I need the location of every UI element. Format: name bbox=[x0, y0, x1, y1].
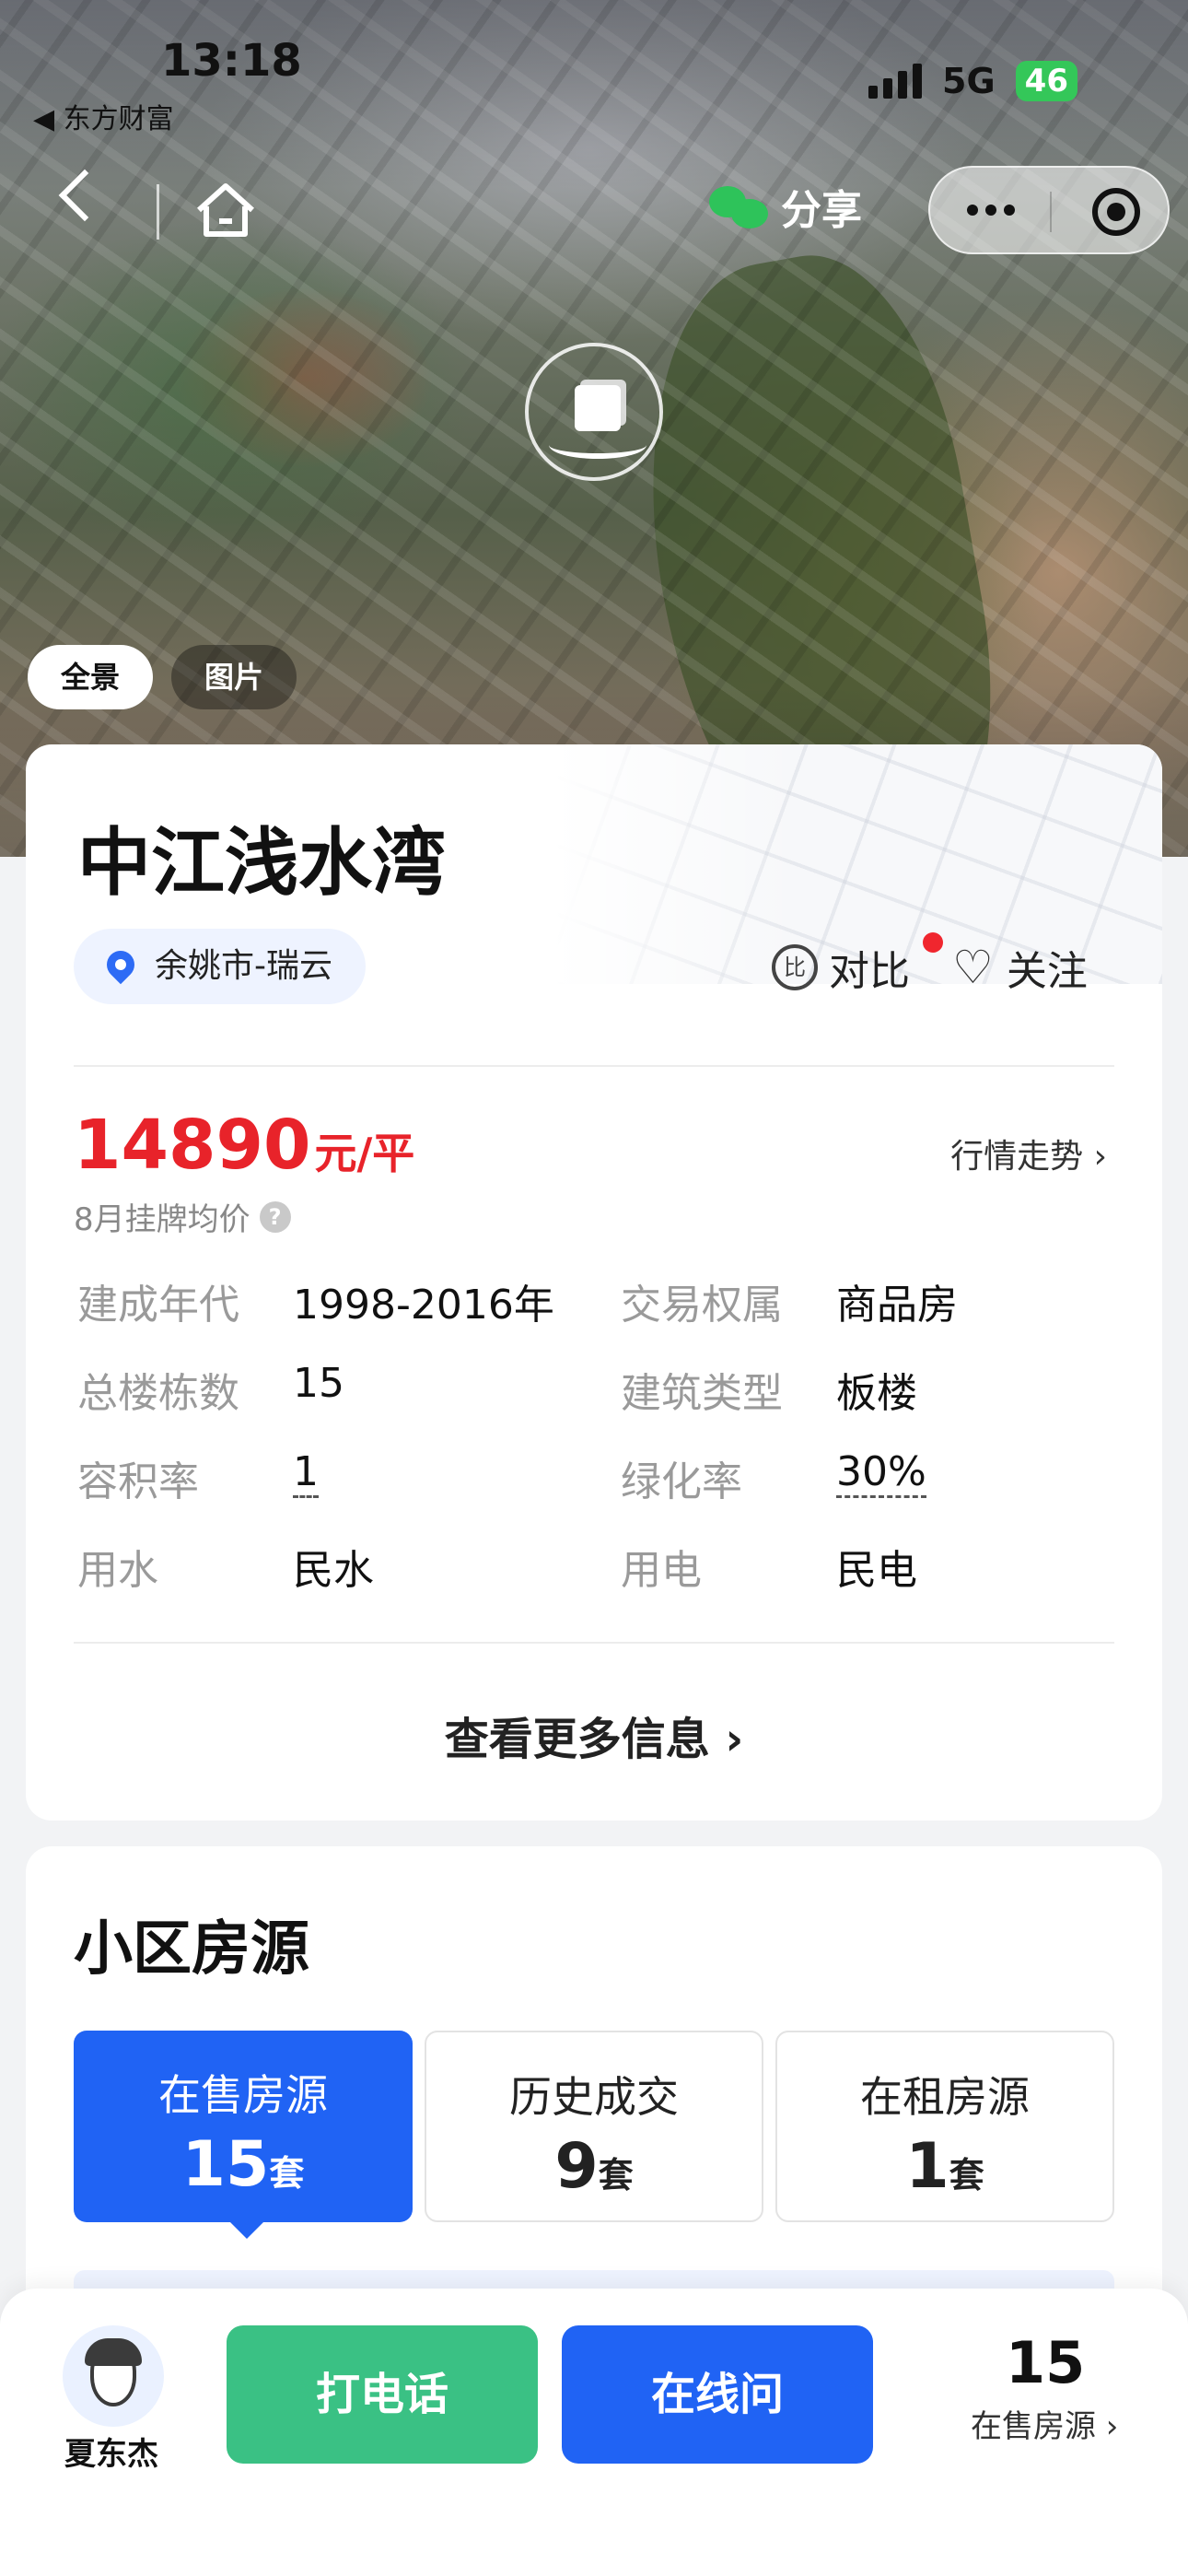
tab-for-rent[interactable]: 在租房源 1套 bbox=[775, 2031, 1114, 2222]
location-text: 余姚市-瑞云 bbox=[155, 947, 332, 985]
wechat-icon bbox=[709, 182, 768, 230]
online-chat-button[interactable]: 在线问 bbox=[562, 2325, 873, 2464]
notification-dot bbox=[923, 932, 943, 953]
for-sale-link[interactable]: 在售房源 › bbox=[971, 2401, 1118, 2446]
community-name: 中江浅水湾 bbox=[77, 820, 446, 906]
attr-building-count: 总楼栋数 15 bbox=[77, 1360, 344, 1417]
help-icon[interactable]: ? bbox=[259, 1200, 291, 1233]
tab-panorama[interactable]: 全景 bbox=[28, 645, 154, 709]
community-info-card: 中江浅水湾 余姚市-瑞云 比 对比 ♡ 关注 14890 元/平 行情走势 › … bbox=[26, 744, 1162, 1821]
tab-sold-history[interactable]: 历史成交 9套 bbox=[425, 2031, 763, 2222]
battery-icon: 46 bbox=[1015, 61, 1077, 101]
vr-360-icon[interactable] bbox=[525, 343, 663, 481]
attr-ownership: 交易权属 商品房 bbox=[621, 1282, 958, 1329]
aerial-hero-image[interactable]: 13:18 ◀ 东方财富 5G 46 分享 全景 图片 bbox=[0, 0, 1188, 857]
hero-tabs: 全景 图片 bbox=[28, 645, 297, 709]
status-time: 13:18 bbox=[161, 35, 302, 87]
price-note: 8月挂牌均价 ? bbox=[74, 1194, 291, 1239]
follow-label: 关注 bbox=[1006, 948, 1088, 995]
follow-button[interactable]: ♡ 关注 bbox=[952, 938, 1088, 997]
listings-title: 小区房源 bbox=[74, 1915, 309, 1984]
attr-building-type: 建筑类型 板楼 bbox=[621, 1370, 917, 1417]
compare-label: 对比 bbox=[829, 948, 910, 995]
attr-water: 用水 民水 bbox=[77, 1547, 374, 1594]
attr-plot-ratio[interactable]: 容积率 1 bbox=[77, 1448, 319, 1507]
market-trend-link[interactable]: 行情走势 › bbox=[950, 1130, 1107, 1177]
for-sale-count[interactable]: 15 bbox=[1006, 2329, 1085, 2396]
attr-build-year: 建成年代 1998-2016年 bbox=[77, 1282, 554, 1329]
location-pin-icon bbox=[100, 944, 141, 985]
divider bbox=[74, 1065, 1114, 1067]
close-miniprogram-icon[interactable] bbox=[1092, 188, 1140, 236]
agent-avatar[interactable] bbox=[63, 2325, 164, 2427]
back-to-app-link[interactable]: ◀ 东方财富 bbox=[33, 96, 174, 136]
tab-for-sale[interactable]: 在售房源 15套 bbox=[74, 2031, 413, 2239]
call-button[interactable]: 打电话 bbox=[227, 2325, 538, 2464]
network-type: 5G bbox=[942, 61, 996, 101]
share-button[interactable]: 分享 bbox=[709, 177, 862, 236]
agent-name[interactable]: 夏东杰 bbox=[64, 2429, 158, 2474]
price-unit: 元/平 bbox=[314, 1129, 415, 1178]
heart-icon: ♡ bbox=[952, 941, 994, 994]
bottom-action-bar: 夏东杰 打电话 在线问 15 在售房源 › bbox=[0, 2289, 1188, 2576]
average-price: 14890 元/平 bbox=[74, 1106, 414, 1185]
share-label: 分享 bbox=[781, 187, 862, 234]
price-value: 14890 bbox=[74, 1106, 311, 1185]
attr-green-ratio[interactable]: 绿化率 30% bbox=[621, 1448, 926, 1507]
divider bbox=[74, 1642, 1114, 1644]
compare-button[interactable]: 比 对比 bbox=[772, 932, 943, 997]
view-more-info-button[interactable]: 查看更多信息 › bbox=[26, 1703, 1162, 1767]
miniprogram-capsule[interactable] bbox=[928, 166, 1170, 254]
status-indicators: 5G 46 bbox=[868, 61, 1077, 101]
attr-electricity: 用电 民电 bbox=[621, 1547, 917, 1594]
tab-photos[interactable]: 图片 bbox=[171, 645, 297, 709]
more-icon[interactable] bbox=[967, 205, 1015, 216]
signal-icon bbox=[868, 64, 923, 99]
compare-icon: 比 bbox=[772, 944, 818, 990]
home-icon[interactable] bbox=[193, 181, 258, 240]
location-pill[interactable]: 余姚市-瑞云 bbox=[74, 929, 366, 1004]
